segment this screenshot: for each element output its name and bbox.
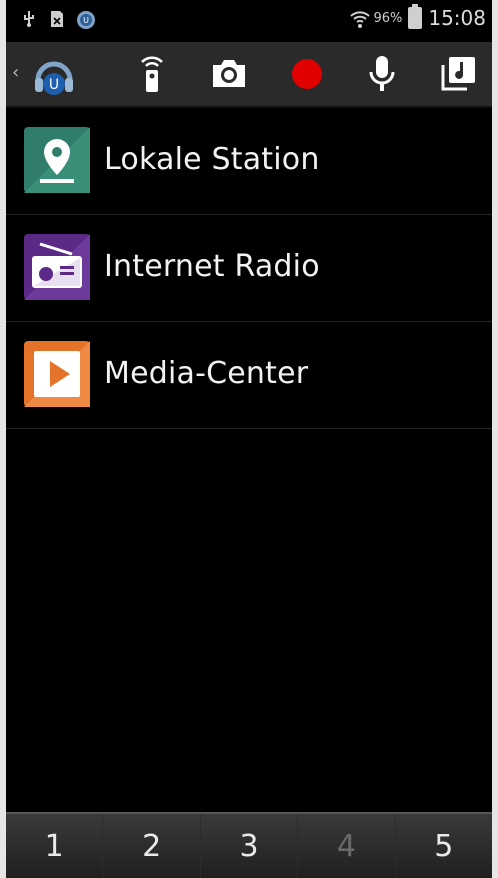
status-bar: U 96% 15:08	[6, 0, 492, 42]
preset-tab-3[interactable]: 3	[201, 814, 299, 878]
svg-text:U: U	[83, 16, 89, 25]
microphone-icon[interactable]	[362, 54, 402, 94]
svg-text:U: U	[49, 77, 59, 93]
play-icon	[24, 341, 90, 407]
list-item-label: Media-Center	[104, 356, 309, 391]
battery-icon	[408, 4, 423, 29]
back-chevron-icon[interactable]: ‹	[12, 62, 19, 83]
preset-tab-5[interactable]: 5	[396, 814, 492, 878]
preset-tab-4[interactable]: 4	[298, 814, 396, 878]
app-notification-icon: U	[76, 10, 95, 29]
list-item[interactable]: Internet Radio	[6, 215, 492, 322]
screen: U 96% 15:08 ‹ U Lokale Station Internet …	[0, 0, 498, 878]
sim-missing-icon	[48, 10, 66, 28]
location-pin-icon	[24, 127, 90, 193]
radio-icon	[24, 234, 90, 300]
status-right: 96% 15:08	[349, 4, 486, 30]
right-edge	[492, 0, 498, 878]
preset-tab-2[interactable]: 2	[103, 814, 201, 878]
preset-tab-1[interactable]: 1	[6, 814, 104, 878]
list-item-label: Lokale Station	[104, 142, 320, 177]
list-item-label: Internet Radio	[104, 249, 320, 284]
list-item[interactable]: Lokale Station	[6, 108, 492, 215]
record-icon[interactable]	[287, 54, 327, 94]
preset-bar: 1 2 3 4 5	[6, 812, 492, 878]
status-left-icons: U	[20, 10, 95, 29]
action-bar: ‹ U	[6, 42, 492, 108]
music-library-icon[interactable]	[438, 54, 478, 94]
clock: 15:08	[428, 6, 486, 30]
headphones-u-icon[interactable]: U	[30, 52, 78, 100]
usb-icon	[20, 10, 38, 28]
battery-percent: 96%	[373, 10, 403, 26]
source-list: Lokale Station Internet Radio Media-Cent…	[6, 108, 492, 429]
remote-icon[interactable]	[132, 54, 172, 94]
camera-icon[interactable]	[209, 54, 249, 94]
list-item[interactable]: Media-Center	[6, 322, 492, 429]
wifi-icon	[349, 9, 371, 28]
